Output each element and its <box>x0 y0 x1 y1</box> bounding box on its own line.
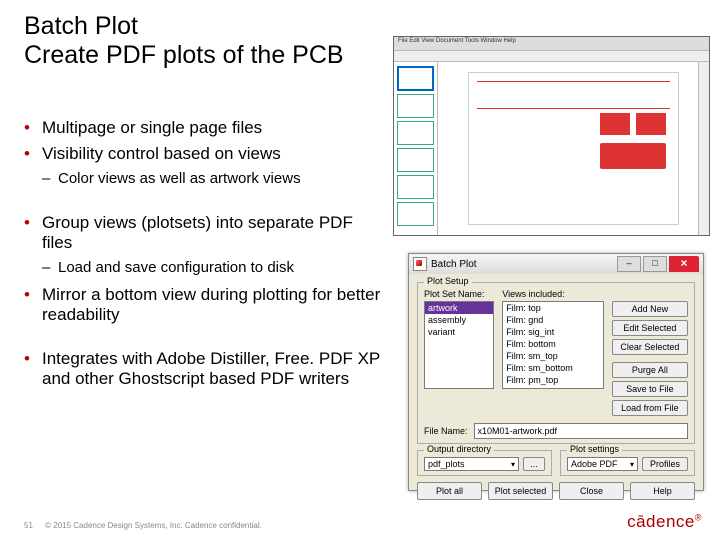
slide: Batch Plot Create PDF plots of the PCB M… <box>0 0 720 540</box>
pdf-page-canvas <box>438 62 709 235</box>
clear-selected-button[interactable]: Clear Selected <box>612 339 688 355</box>
dialog-titlebar: Batch Plot – □ × <box>409 254 703 274</box>
maximize-button[interactable]: □ <box>643 256 667 272</box>
plot-selected-button[interactable]: Plot selected <box>488 482 553 500</box>
page-number: 51 <box>24 521 33 530</box>
copyright: © 2015 Cadence Design Systems, Inc. Cade… <box>45 521 262 530</box>
profiles-button[interactable]: Profiles <box>642 457 688 471</box>
group-label: Plot Setup <box>424 276 472 286</box>
browse-button[interactable]: ... <box>523 457 545 471</box>
slide-footer: 51 © 2015 Cadence Design Systems, Inc. C… <box>24 521 262 530</box>
sub-bullet: Load and save configuration to disk <box>24 259 384 276</box>
pdf-writer-dropdown[interactable]: Adobe PDF▾ <box>567 457 638 471</box>
pdf-menubar: File Edit View Document Tools Window Hel… <box>394 37 709 51</box>
pdf-viewer-screenshot: File Edit View Document Tools Window Hel… <box>393 36 710 236</box>
list-item[interactable]: assembly <box>425 314 493 326</box>
chevron-down-icon: ▾ <box>511 460 515 469</box>
list-item[interactable]: Film: top <box>503 302 603 314</box>
group-label: Plot settings <box>567 444 622 454</box>
chevron-down-icon: ▾ <box>630 460 634 469</box>
pdf-thumbnails <box>394 62 438 235</box>
load-from-file-button[interactable]: Load from File <box>612 400 688 416</box>
pdf-toolbar <box>394 51 709 62</box>
plot-all-button[interactable]: Plot all <box>417 482 482 500</box>
list-item[interactable]: artwork <box>425 302 493 314</box>
purge-all-button[interactable]: Purge All <box>612 362 688 378</box>
close-button[interactable]: × <box>669 256 699 272</box>
label-filename: File Name: <box>424 426 468 436</box>
minimize-button[interactable]: – <box>617 256 641 272</box>
list-item[interactable]: Film: gnd <box>503 314 603 326</box>
views-listbox[interactable]: Film: top Film: gnd Film: sig_int Film: … <box>502 301 604 389</box>
bullet-list: Multipage or single page files Visibilit… <box>24 112 384 395</box>
dialog-title: Batch Plot <box>431 259 477 270</box>
bullet: Multipage or single page files <box>24 118 384 138</box>
label-plotset: Plot Set Name: <box>424 289 494 299</box>
output-dir-dropdown[interactable]: pdf_plots▾ <box>424 457 519 471</box>
save-to-file-button[interactable]: Save to File <box>612 381 688 397</box>
group-label: Output directory <box>424 444 494 454</box>
list-item[interactable]: Film: sm_top <box>503 350 603 362</box>
close-dialog-button[interactable]: Close <box>559 482 624 500</box>
sub-bullet: Color views as well as artwork views <box>24 170 384 187</box>
bullet: Integrates with Adobe Distiller, Free. P… <box>24 349 384 389</box>
list-item[interactable]: Film: bottom <box>503 338 603 350</box>
filename-input[interactable]: x10M01-artwork.pdf <box>474 423 688 439</box>
scrollbar <box>698 62 709 235</box>
edit-selected-button[interactable]: Edit Selected <box>612 320 688 336</box>
list-item[interactable]: Film: pm_bottom <box>503 386 603 389</box>
help-button[interactable]: Help <box>630 482 695 500</box>
cadence-logo: cādence® <box>627 512 702 532</box>
title-line2: Create PDF plots of the PCB <box>24 41 344 69</box>
bullet: Mirror a bottom view during plotting for… <box>24 285 384 325</box>
add-new-button[interactable]: Add New <box>612 301 688 317</box>
list-item[interactable]: Film: sm_bottom <box>503 362 603 374</box>
title-line1: Batch Plot <box>24 12 138 40</box>
app-icon <box>413 257 427 271</box>
plotset-listbox[interactable]: artwork assembly variant <box>424 301 494 389</box>
slide-title: Batch Plot Create PDF plots of the PCB <box>24 12 344 70</box>
bullet: Visibility control based on views <box>24 144 384 164</box>
list-item[interactable]: Film: pm_top <box>503 374 603 386</box>
list-item[interactable]: Film: sig_int <box>503 326 603 338</box>
batch-plot-dialog: Batch Plot – □ × Plot Setup Plot Set Nam… <box>408 253 704 491</box>
list-item[interactable]: variant <box>425 326 493 338</box>
label-views: Views included: <box>502 289 604 299</box>
bullet: Group views (plotsets) into separate PDF… <box>24 213 384 253</box>
